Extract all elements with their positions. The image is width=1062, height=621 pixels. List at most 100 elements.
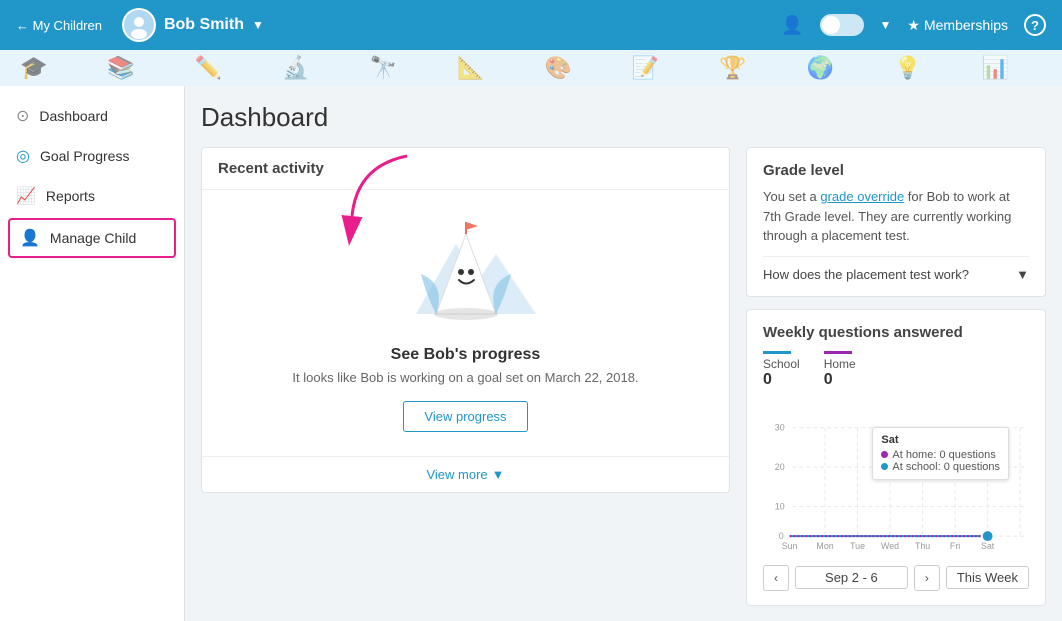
view-more-label: View more — [426, 467, 487, 482]
weekly-legend: School 0 Home 0 — [763, 351, 1029, 389]
tooltip-home-dot — [881, 451, 888, 458]
see-progress-title: See Bob's progress — [218, 346, 713, 364]
left-column: Recent activity — [201, 147, 730, 600]
svg-text:0: 0 — [779, 531, 784, 541]
memberships-label: Memberships — [924, 17, 1008, 33]
strip-icon-2: 📚 — [107, 55, 134, 81]
chevron-down-icon: ▼ — [252, 18, 264, 32]
strip-icon-3: ✏️ — [195, 55, 222, 81]
view-progress-button[interactable]: View progress — [403, 401, 527, 432]
svg-text:Fri: Fri — [950, 540, 960, 550]
toggle-thumb — [822, 16, 840, 34]
home-count: 0 — [824, 371, 856, 389]
home-legend: Home 0 — [824, 351, 856, 389]
header-left: ← My Children Bob Smith ▼ — [16, 8, 264, 42]
dashboard-icon: ⊙ — [16, 106, 29, 126]
strip-icon-7: 🎨 — [544, 55, 571, 81]
grade-level-text: You set a grade override for Bob to work… — [763, 187, 1029, 246]
manage-child-icon: 👤 — [20, 228, 40, 248]
recent-activity-body: See Bob's progress It looks like Bob is … — [202, 190, 729, 456]
strip-icon-4: 🔬 — [282, 55, 309, 81]
school-legend: School 0 — [763, 351, 800, 389]
mountain-illustration — [396, 214, 536, 334]
weekly-title: Weekly questions answered — [763, 324, 1029, 341]
grade-level-card: Grade level You set a grade override for… — [746, 147, 1046, 297]
home-legend-line — [824, 351, 852, 354]
icon-strip: 🎓 📚 ✏️ 🔬 🔭 📐 🎨 📝 🏆 🌍 💡 📊 🎵 🔢 📖 — [0, 50, 1062, 86]
recent-activity-card: Recent activity — [201, 147, 730, 493]
toggle-switch[interactable] — [820, 14, 864, 36]
svg-text:20: 20 — [775, 462, 785, 472]
sidebar: ⊙ Dashboard ◎ Goal Progress 📈 Reports 👤 … — [0, 86, 185, 621]
goal-progress-icon: ◎ — [16, 146, 30, 166]
accordion-chevron-icon: ▼ — [1016, 267, 1029, 282]
strip-icon-6: 📐 — [457, 55, 484, 81]
school-label: School — [763, 357, 800, 371]
sidebar-item-reports[interactable]: 📈 Reports — [0, 176, 184, 216]
see-progress-sub: It looks like Bob is working on a goal s… — [218, 370, 713, 385]
grade-text-before: You set a — [763, 189, 820, 204]
tooltip-home-row: At home: 0 questions — [881, 449, 1000, 461]
svg-text:Thu: Thu — [915, 540, 930, 550]
avatar — [122, 8, 156, 42]
prev-week-button[interactable]: ‹ — [763, 565, 789, 591]
svg-text:30: 30 — [775, 422, 785, 432]
sidebar-item-goal-progress[interactable]: ◎ Goal Progress — [0, 136, 184, 176]
right-column: Grade level You set a grade override for… — [746, 147, 1046, 600]
chart-tooltip: Sat At home: 0 questions At school: 0 qu… — [872, 427, 1009, 480]
svg-text:Sun: Sun — [782, 540, 798, 550]
memberships-link[interactable]: ★ Memberships — [907, 17, 1008, 34]
strip-icon-10: 🌍 — [807, 55, 834, 81]
header-username: Bob Smith — [164, 16, 244, 34]
placement-accordion[interactable]: How does the placement test work? ▼ — [763, 256, 1029, 282]
user-icon[interactable]: 👤 — [781, 15, 803, 36]
recent-activity-header: Recent activity — [202, 148, 729, 190]
sidebar-label-manage-child: Manage Child — [50, 230, 136, 246]
tooltip-school-dot — [881, 463, 888, 470]
tooltip-school-row: At school: 0 questions — [881, 461, 1000, 473]
sidebar-label-goal-progress: Goal Progress — [40, 148, 129, 164]
weekly-questions-card: Weekly questions answered School 0 Home … — [746, 309, 1046, 606]
view-more-row[interactable]: View more ▼ — [202, 456, 729, 492]
content-area: Dashboard Recent activity — [185, 86, 1062, 621]
reports-icon: 📈 — [16, 186, 36, 206]
grade-level-title: Grade level — [763, 162, 1029, 179]
header-right: 👤 ▼ ★ Memberships ? — [781, 14, 1046, 36]
content-columns: Recent activity — [201, 147, 1046, 600]
sidebar-item-dashboard[interactable]: ⊙ Dashboard — [0, 96, 184, 136]
star-icon: ★ — [907, 17, 920, 34]
this-week-button[interactable]: This Week — [946, 566, 1029, 589]
svg-text:Mon: Mon — [816, 540, 833, 550]
placement-accordion-label: How does the placement test work? — [763, 267, 969, 282]
tooltip-home-label: At home: 0 questions — [892, 449, 995, 461]
my-children-link[interactable]: ← My Children — [16, 18, 102, 33]
school-legend-line — [763, 351, 791, 354]
strip-icon-5: 🔭 — [370, 55, 397, 81]
strip-icon-9: 🏆 — [719, 55, 746, 81]
chevron-down-icon: ▼ — [492, 467, 505, 482]
strip-icon-11: 💡 — [894, 55, 921, 81]
tooltip-school-label: At school: 0 questions — [892, 461, 1000, 473]
strip-icon-8: 📝 — [632, 55, 659, 81]
help-button[interactable]: ? — [1024, 14, 1046, 36]
user-profile-button[interactable]: Bob Smith ▼ — [122, 8, 264, 42]
sidebar-label-dashboard: Dashboard — [39, 108, 108, 124]
grade-override-link[interactable]: grade override — [820, 189, 904, 204]
sidebar-item-manage-child[interactable]: 👤 Manage Child — [8, 218, 176, 258]
school-count: 0 — [763, 371, 800, 389]
date-range: Sep 2 - 6 — [795, 566, 908, 589]
svg-text:Tue: Tue — [850, 540, 865, 550]
strip-icon-12: 📊 — [981, 55, 1008, 81]
header: ← My Children Bob Smith ▼ 👤 ▼ ★ Membersh… — [0, 0, 1062, 50]
toggle-chevron-icon[interactable]: ▼ — [880, 18, 892, 32]
home-label: Home — [824, 357, 856, 371]
page-title: Dashboard — [201, 102, 1046, 133]
chart-area: 30 20 10 0 — [763, 397, 1029, 557]
main-layout: ⊙ Dashboard ◎ Goal Progress 📈 Reports 👤 … — [0, 86, 1062, 621]
strip-icon-1: 🎓 — [20, 55, 47, 81]
svg-text:Wed: Wed — [881, 540, 899, 550]
tooltip-title: Sat — [881, 434, 1000, 446]
next-week-button[interactable]: › — [914, 565, 940, 591]
svg-text:10: 10 — [775, 501, 785, 511]
sidebar-label-reports: Reports — [46, 188, 95, 204]
